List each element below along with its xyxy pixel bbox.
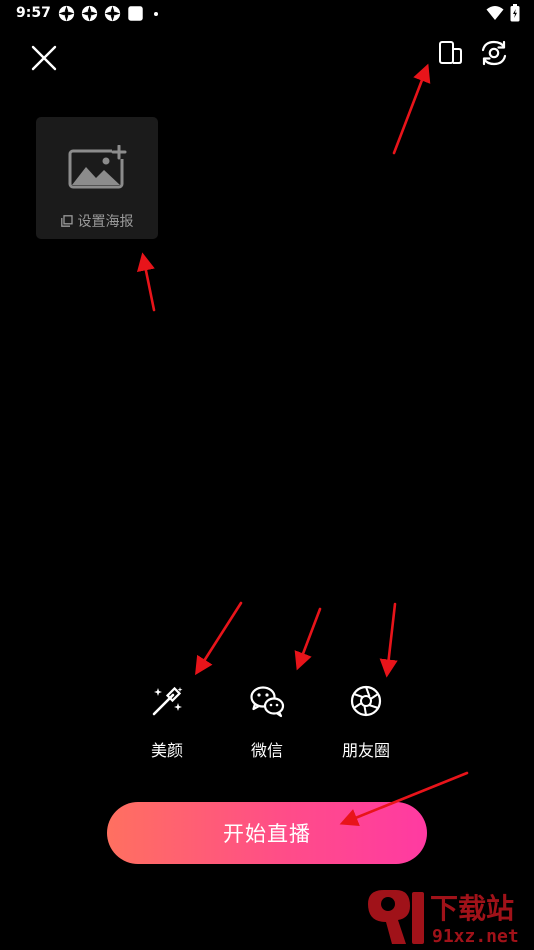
copy-icon — [60, 215, 73, 227]
more-notifications-dot — [154, 11, 158, 16]
watermark-url-text: 91xz.net — [432, 926, 519, 947]
wifi-icon — [486, 6, 504, 20]
status-time: 9:57 — [16, 5, 51, 21]
moments-label: 朋友圈 — [341, 741, 390, 760]
square-notification-icon — [128, 6, 143, 21]
watermark-cn-text: 下载站 — [430, 892, 514, 925]
status-bar: 9:57 — [0, 0, 534, 28]
camera-flip-icon — [481, 40, 507, 66]
close-button[interactable] — [28, 42, 60, 74]
camera-flip-button[interactable] — [479, 38, 509, 68]
arrow-to-camera-controls — [392, 63, 431, 155]
wechat-icon — [250, 686, 285, 718]
wechat-share-button[interactable]: 微信 — [227, 683, 307, 763]
wechat-label: 微信 — [250, 741, 283, 760]
beauty-label: 美颜 — [150, 741, 183, 760]
orientation-toggle-button[interactable] — [437, 39, 465, 67]
add-image-icon — [68, 145, 127, 189]
close-icon — [31, 45, 57, 71]
poster-label-row: 设置海报 — [36, 211, 158, 231]
app-notification-icon — [81, 5, 98, 22]
battery-icon — [510, 4, 520, 22]
start-live-button[interactable]: 开始直播 — [107, 802, 427, 864]
magic-wand-icon — [152, 686, 183, 716]
status-system-icons — [486, 4, 520, 22]
arrow-to-poster — [136, 252, 156, 312]
beauty-button[interactable]: 美颜 — [127, 683, 207, 763]
arrow-to-wechat — [294, 607, 322, 671]
status-notification-icons — [58, 5, 158, 22]
app-notification-icon — [58, 5, 75, 22]
site-watermark: 下载站 91xz.net — [368, 890, 519, 947]
live-setup-screen: 9:57 设置海报 美颜 微信 朋友圈 开始直播 下载站 91xz.net — [0, 0, 534, 950]
moments-share-button[interactable]: 朋友圈 — [326, 683, 406, 763]
aperture-icon — [350, 685, 382, 717]
arrow-to-moments — [379, 602, 398, 678]
screen-orientation-icon — [439, 41, 462, 64]
set-poster-card[interactable]: 设置海报 — [36, 117, 158, 239]
set-poster-label: 设置海报 — [77, 214, 134, 230]
arrow-to-beauty — [195, 601, 243, 676]
app-notification-icon — [104, 5, 121, 22]
